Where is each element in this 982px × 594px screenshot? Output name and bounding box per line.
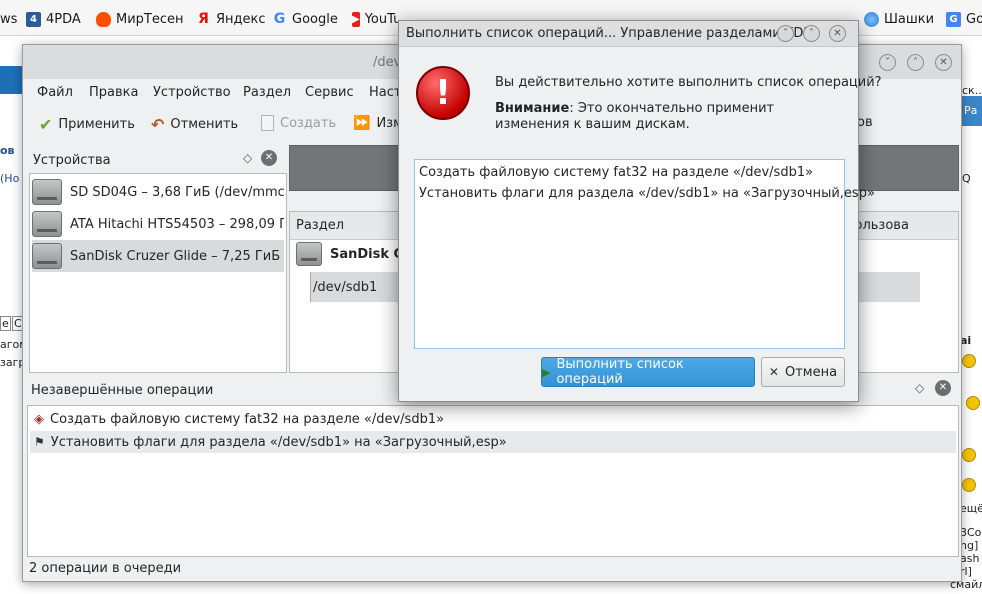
pending-operations-title: Незавершённые операции [31, 383, 214, 398]
globe-icon [864, 11, 879, 27]
checkmark-icon: ✔ [39, 115, 53, 134]
execute-operations-button[interactable]: ▶ Выполнить список операций [541, 357, 755, 387]
google-translate-icon: G [946, 11, 961, 27]
close-panel-icon[interactable]: ✕ [261, 150, 277, 166]
float-panel-icon[interactable]: ◇ [243, 151, 252, 165]
hard-disk-icon [32, 211, 62, 237]
flag-icon: ⚑ [34, 435, 45, 449]
undo-button[interactable]: ↶ Отменить [151, 115, 238, 134]
web-text: ов [0, 144, 15, 157]
web-text: агом [0, 338, 22, 351]
menu-tools[interactable]: Сервис [305, 85, 354, 100]
web-text: С [12, 316, 22, 331]
dialog-warning: Внимание: Это окончательно применит изме… [495, 101, 775, 132]
eraser-icon: ◈ [34, 411, 44, 427]
hard-disk-icon [296, 242, 322, 266]
menu-device[interactable]: Устройство [153, 85, 231, 100]
device-item-sd[interactable]: SD SD04G – 3,68 ГиБ (/dev/mmcb... [32, 176, 284, 208]
close-panel-icon[interactable]: ✕ [935, 380, 951, 396]
flame-icon [96, 11, 111, 27]
pending-operations-list: ◈ Создать файловую систему fat32 на разд… [27, 405, 959, 557]
fast-forward-icon: ⏩ [353, 115, 371, 131]
web-page-right: ск.. Ра Q ai ещё с 3Coo ng] ash rl] смай… [950, 36, 982, 594]
site-logo-fragment [0, 66, 22, 94]
smiley-icon[interactable] [962, 478, 976, 492]
devices-list: SD SD04G – 3,68 ГиБ (/dev/mmcb... ATA Hi… [29, 173, 287, 373]
smiley-icon[interactable] [966, 396, 980, 410]
dialog-titlebar[interactable]: Выполнить список операций... Управление … [399, 21, 858, 47]
warning-icon: ! [416, 66, 470, 120]
web-button-fragment[interactable]: Ра [962, 96, 982, 126]
web-text: е [0, 316, 11, 331]
google-icon: G [273, 10, 286, 27]
toolbar-item-partial[interactable]: ов [857, 115, 873, 130]
web-text: загр [0, 356, 22, 369]
smiley-icon[interactable] [962, 448, 976, 462]
dialog-operation-item: Создать файловую систему fat32 на раздел… [419, 165, 814, 180]
bookmark-google-translate[interactable]: G Go [946, 10, 982, 28]
devices-panel: Устройства ◇ ✕ SD SD04G – 3,68 ГиБ (/dev… [29, 149, 287, 373]
play-icon: ▶ [542, 365, 551, 379]
bookmark-yandex[interactable]: Я Яндекс [196, 10, 265, 28]
dialog-operation-item: Установить флаги для раздела «/dev/sdb1»… [419, 186, 875, 201]
web-text: ещё с [960, 502, 982, 515]
bookmark-news[interactable]: ws [0, 10, 17, 28]
create-button[interactable]: Создать [261, 115, 336, 131]
hard-disk-icon [32, 243, 62, 269]
bookmark-shashki[interactable]: Шашки [864, 10, 934, 28]
yandex-icon: Я [198, 10, 209, 27]
bookmark-youtube[interactable]: ▶ YouTube [352, 10, 398, 28]
web-text: Q [962, 172, 971, 185]
dialog-operations-list: Создать файловую систему fat32 на раздел… [414, 159, 875, 349]
column-partition[interactable]: Раздел [296, 218, 344, 233]
4pda-icon: 4 [26, 11, 41, 27]
web-text: (Но [0, 172, 20, 185]
operation-item[interactable]: ◈ Создать файловую систему fat32 на разд… [30, 408, 956, 430]
pending-operations-panel: Незавершённые операции ◇ ✕ ◈ Создать фай… [27, 377, 959, 557]
operation-item[interactable]: ⚑ Установить флаги для раздела «/dev/sdb… [30, 431, 956, 453]
devices-panel-title: Устройства [33, 153, 111, 168]
maximize-icon[interactable]: ˄ [907, 54, 924, 71]
web-text: ash [960, 552, 980, 565]
resize-button[interactable]: ⏩ Изм [353, 115, 399, 131]
menu-settings[interactable]: Настр [369, 85, 399, 100]
apply-button[interactable]: ✔ Применить [39, 115, 135, 134]
menu-edit[interactable]: Правка [89, 85, 138, 100]
undo-arrow-icon: ↶ [151, 115, 165, 134]
menu-file[interactable]: Файл [37, 85, 73, 100]
hard-disk-icon [32, 179, 62, 205]
apply-operations-dialog: Выполнить список операций... Управление … [398, 20, 882, 402]
device-item-sandisk[interactable]: SanDisk Cruzer Glide – 7,25 ГиБ (/... [32, 240, 284, 272]
web-page-left: ов (Но е С агом загр [0, 36, 22, 594]
bookmark-4pda[interactable]: 4 4PDA [26, 10, 81, 28]
web-text: ng] [960, 539, 979, 552]
bookmark-mirtesen[interactable]: МирТесен [96, 10, 184, 28]
maximize-icon[interactable]: ˄ [803, 25, 820, 42]
smiley-icon[interactable] [962, 354, 976, 368]
status-bar-text: 2 операции в очереди [29, 561, 182, 576]
float-panel-icon[interactable]: ◇ [915, 381, 924, 395]
dialog-title: Выполнить список операций... Управление … [406, 26, 812, 41]
minimize-icon[interactable]: ˅ [777, 25, 794, 42]
device-item-hitachi[interactable]: ATA Hitachi HTS54503 – 298,09 Ги... [32, 208, 284, 240]
new-document-icon [261, 115, 274, 131]
bookmark-google[interactable]: G Google [272, 10, 338, 28]
close-icon[interactable]: ✕ [829, 25, 846, 42]
minimize-icon[interactable]: ˅ [879, 54, 896, 71]
close-icon: ✕ [768, 365, 779, 379]
close-icon[interactable]: ✕ [935, 54, 952, 71]
dialog-question: Вы действительно хотите выполнить список… [495, 75, 882, 90]
menu-partition[interactable]: Раздел [243, 85, 291, 100]
youtube-icon: ▶ [352, 11, 360, 27]
cancel-button[interactable]: ✕ Отмена [761, 357, 845, 387]
web-text: 3Coo [960, 526, 982, 539]
